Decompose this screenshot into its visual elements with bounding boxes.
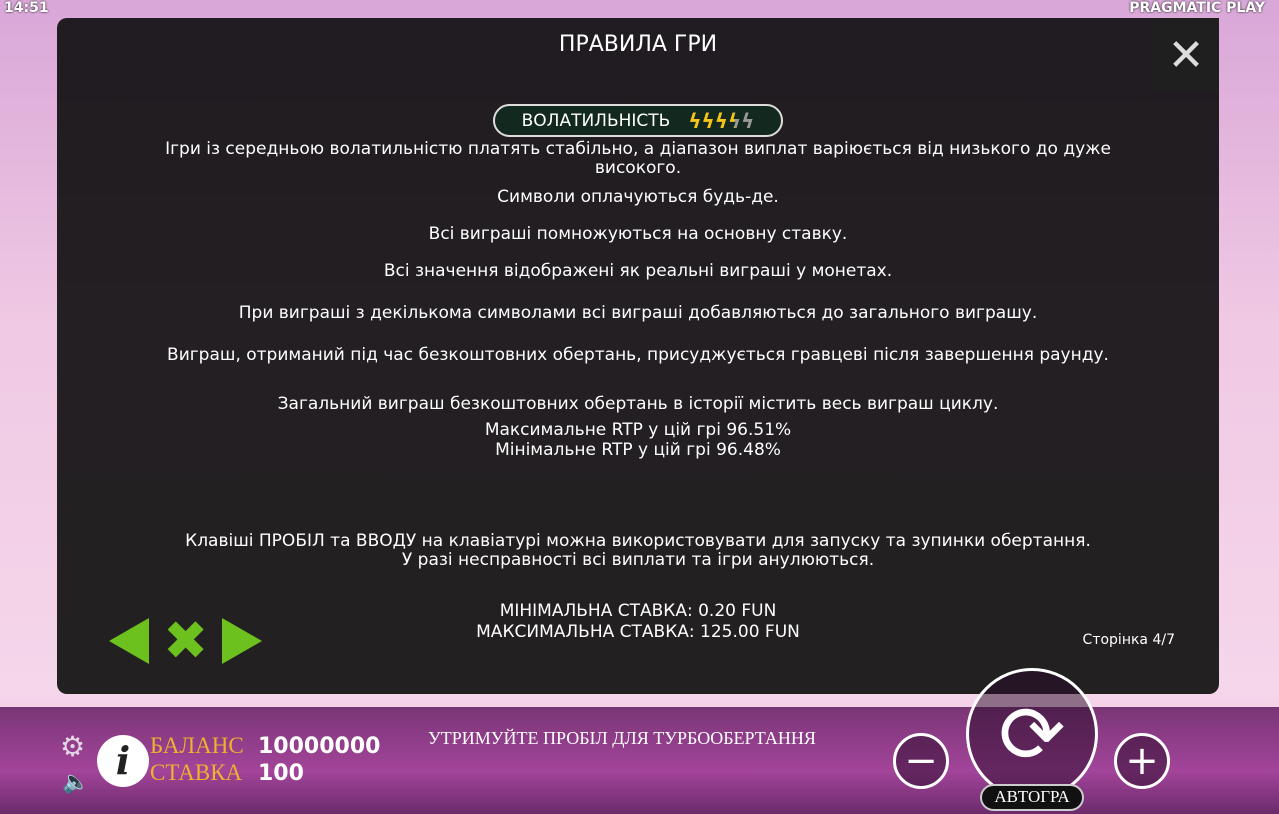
increase-bet-button[interactable]: + bbox=[1114, 733, 1170, 789]
autoplay-button[interactable]: АВТОГРА bbox=[980, 784, 1084, 811]
turbo-hint: УТРИМУЙТЕ ПРОБІЛ ДЛЯ ТУРБООБЕРТАННЯ bbox=[428, 728, 816, 748]
spin-button[interactable]: ⟳ bbox=[966, 668, 1098, 800]
lightning-icon: ϟ bbox=[701, 108, 715, 133]
bet-label: СТАВКА bbox=[150, 760, 243, 785]
clock: 14:51 bbox=[4, 0, 49, 16]
rule-text: Ігри із середньою волатильністю платять … bbox=[165, 139, 1111, 178]
rule-text: Виграш, отриманий під час безкоштовних о… bbox=[167, 345, 1109, 365]
modal-title: ПРАВИЛА ГРИ bbox=[558, 32, 718, 57]
rule-text: Загальний виграш безкоштовних обертань в… bbox=[277, 394, 999, 414]
volatility-badge: ВОЛАТИЛЬНІСТЬ ϟϟϟϟϟ bbox=[493, 104, 783, 137]
rule-text: Клавіші ПРОБІЛ та ВВОДУ на клавіатурі мо… bbox=[185, 531, 1091, 551]
close-rules-button[interactable]: ✖ bbox=[163, 614, 208, 668]
page-indicator: Сторінка 4/7 bbox=[1082, 632, 1175, 648]
balance-label: БАЛАНС bbox=[150, 733, 244, 758]
rules-modal: ПРАВИЛА ГРИ ✕ ВОЛАТИЛЬНІСТЬ ϟϟϟϟϟ Ігри і… bbox=[57, 18, 1219, 694]
balance-value: 10000000 bbox=[258, 734, 381, 759]
volatility-meter: ϟϟϟϟϟ bbox=[688, 109, 754, 133]
rule-text: Символи оплачуються будь-де. bbox=[497, 187, 779, 207]
close-icon: ✕ bbox=[1167, 29, 1205, 81]
rule-text: Всі виграші помножуються на основну став… bbox=[428, 224, 848, 244]
decrease-bet-button[interactable]: − bbox=[893, 733, 949, 789]
next-page-button[interactable] bbox=[222, 618, 263, 664]
lightning-icon: ϟ bbox=[714, 108, 728, 133]
max-rtp: Максимальне RTP у цій грі 96.51% bbox=[484, 420, 792, 440]
lightning-icon: ϟ bbox=[741, 108, 755, 133]
prev-page-button[interactable] bbox=[109, 618, 149, 664]
lightning-icon: ϟ bbox=[688, 108, 702, 133]
volatility-label: ВОЛАТИЛЬНІСТЬ bbox=[521, 110, 671, 131]
brand-logo: PRAGMATIC PLAY bbox=[1129, 0, 1265, 16]
bet-value: 100 bbox=[258, 761, 304, 786]
close-button[interactable]: ✕ bbox=[1153, 18, 1219, 92]
spin-icon: ⟳ bbox=[998, 687, 1066, 781]
info-button[interactable]: i bbox=[97, 735, 149, 787]
rule-text: Всі значення відображені як реальні вигр… bbox=[383, 261, 893, 281]
settings-gear-icon[interactable]: ⚙ bbox=[60, 730, 85, 763]
sound-icon[interactable]: 🔈 bbox=[62, 770, 89, 795]
lightning-icon: ϟ bbox=[727, 108, 742, 133]
page-navigation: ✖ bbox=[109, 614, 263, 668]
min-rtp: Мінімальне RTP у цій грі 96.48% bbox=[495, 440, 781, 460]
rule-text: У разі несправності всі виплати та ігри … bbox=[401, 550, 875, 570]
rule-text: При виграші з декількома символами всі в… bbox=[238, 303, 1038, 323]
